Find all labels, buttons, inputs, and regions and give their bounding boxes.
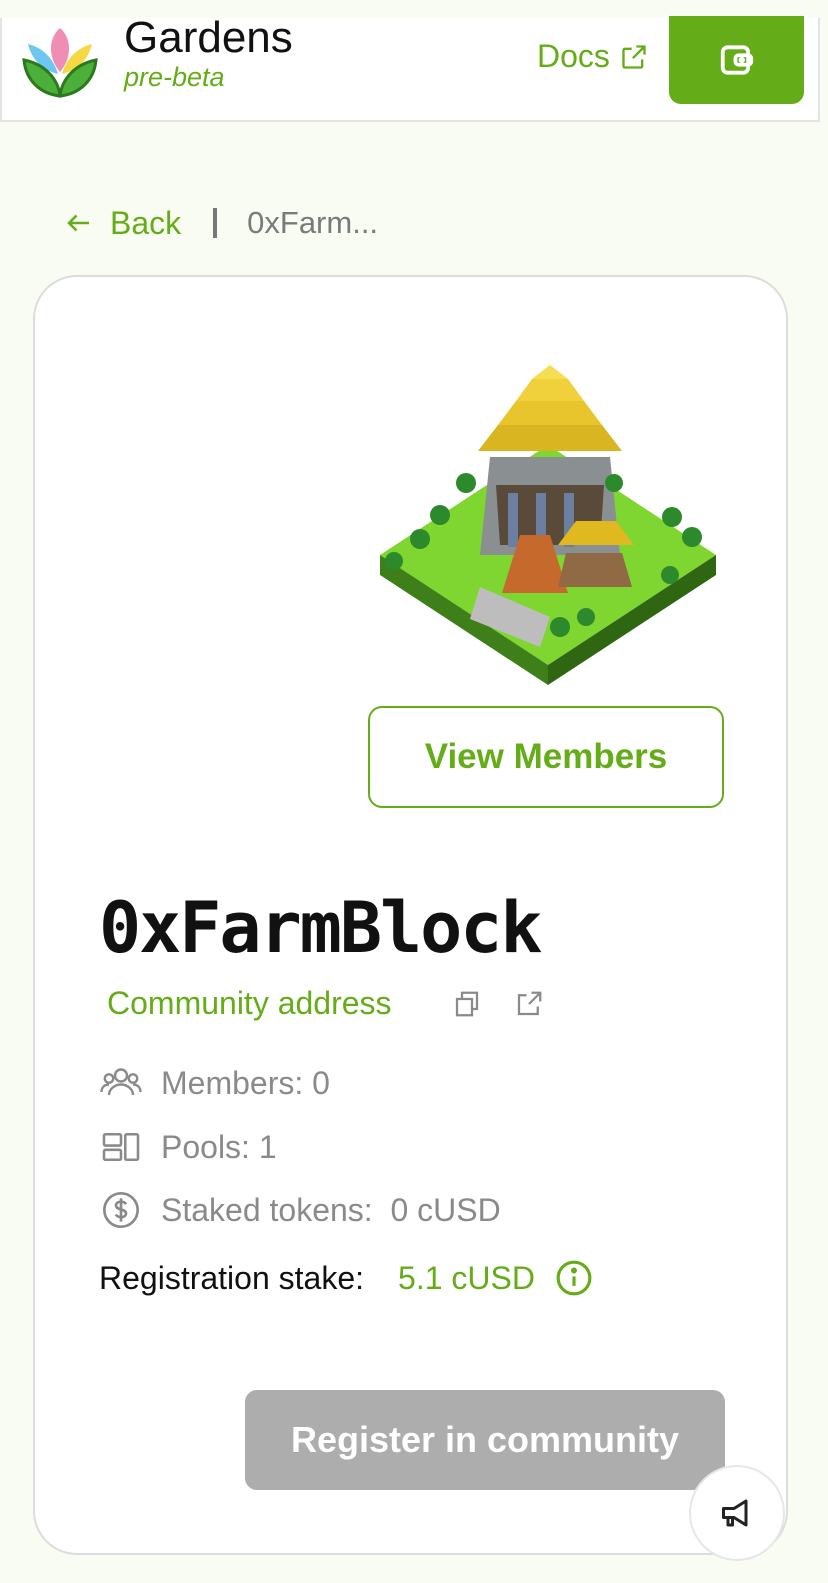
brand-subtitle: pre-beta bbox=[124, 62, 225, 92]
external-link-icon[interactable] bbox=[514, 989, 544, 1019]
megaphone-icon bbox=[722, 1499, 748, 1527]
registration-stake-label: Registration stake: bbox=[99, 1259, 365, 1296]
feedback-button[interactable] bbox=[689, 1465, 785, 1561]
dollar-icon bbox=[99, 1188, 143, 1232]
copy-icon[interactable] bbox=[452, 989, 482, 1019]
staked-tokens: Staked tokens: 0 cUSD bbox=[161, 1191, 501, 1228]
pools-icon bbox=[99, 1125, 143, 1169]
users-icon bbox=[99, 1061, 143, 1105]
docs-link[interactable]: Docs bbox=[537, 38, 648, 75]
community-image bbox=[380, 365, 716, 685]
view-members-button[interactable]: View Members bbox=[368, 706, 724, 808]
connect-wallet-button[interactable] bbox=[669, 16, 804, 104]
staked-stat: Staked tokens: 0 cUSD bbox=[99, 1188, 501, 1232]
top-navbar: Gardens pre-beta Docs bbox=[0, 13, 820, 122]
registration-stake-value: 5.1 cUSD bbox=[398, 1259, 535, 1296]
brand-title: Gardens bbox=[124, 13, 293, 62]
members-stat: Members: 0 bbox=[99, 1061, 330, 1105]
breadcrumb: Back 0xFarm... bbox=[64, 198, 378, 248]
back-link[interactable]: Back bbox=[64, 205, 181, 242]
docs-label: Docs bbox=[537, 38, 610, 74]
pools-count: Pools: 1 bbox=[161, 1128, 277, 1165]
breadcrumb-separator bbox=[213, 208, 218, 238]
community-address-label: Community address bbox=[107, 985, 392, 1021]
community-address-row: Community address bbox=[107, 985, 544, 1022]
breadcrumb-current: 0xFarm... bbox=[247, 205, 379, 240]
arrow-left-icon bbox=[67, 214, 89, 232]
wallet-icon bbox=[720, 45, 753, 75]
lotus-logo-icon[interactable] bbox=[18, 20, 102, 98]
community-name: 0xFarmBlock bbox=[99, 887, 543, 969]
back-label: Back bbox=[110, 204, 182, 241]
info-icon[interactable] bbox=[555, 1259, 593, 1297]
members-count: Members: 0 bbox=[161, 1064, 330, 1101]
registration-stake-row: Registration stake: 5.1 cUSD bbox=[99, 1259, 593, 1297]
community-card: View Members 0xFarmBlock Community addre… bbox=[33, 275, 788, 1555]
register-community-button[interactable]: Register in community bbox=[245, 1390, 725, 1490]
external-link-icon bbox=[622, 44, 646, 69]
pools-stat: Pools: 1 bbox=[99, 1125, 277, 1169]
